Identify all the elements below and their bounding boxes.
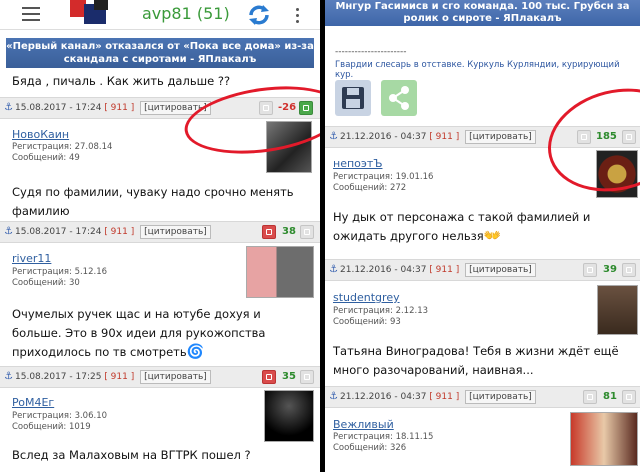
post-date: 15.08.2017 - 17:24	[15, 103, 102, 113]
anchor-icon[interactable]: ⚓	[329, 260, 338, 280]
post-header: ⚓ 21.12.2016 - 04:37 [ 911 ] [цитировать]…	[325, 386, 640, 408]
avatar[interactable]	[246, 246, 314, 298]
post-ref-link[interactable]: [ 911 ]	[429, 132, 459, 142]
avatar[interactable]	[597, 285, 638, 335]
anchor-icon[interactable]: ⚓	[4, 367, 13, 387]
vote-down-icon[interactable]	[583, 390, 597, 404]
post-ref-link[interactable]: [ 911 ]	[104, 103, 134, 113]
refresh-icon[interactable]	[246, 2, 272, 28]
user-signature: Гвардии слесарь в отставке. Куркуль Курл…	[335, 60, 620, 80]
vote-up-icon[interactable]	[622, 390, 636, 404]
quote-button[interactable]: [цитировать]	[140, 225, 211, 239]
smile-icon: 👐	[483, 228, 502, 244]
post-registration: Регистрация: 3.06.10	[12, 411, 108, 421]
quote-button[interactable]: [цитировать]	[465, 263, 536, 277]
post-score: 38	[282, 226, 296, 237]
post-registration: Регистрация: 19.01.16	[333, 172, 434, 182]
quote-button[interactable]: [цитировать]	[465, 130, 536, 144]
post-message-count: Сообщений: 30	[12, 278, 80, 288]
username-label[interactable]: avp81 (51)	[142, 4, 230, 23]
post-body: Татьяна Виноградова! Тебя в жизни ждёт е…	[333, 344, 619, 377]
post-author[interactable]: НовоКаин	[12, 128, 69, 141]
post-registration: Регистрация: 5.12.16	[12, 267, 108, 277]
post-ref-link[interactable]: [ 911 ]	[429, 265, 459, 275]
post-score: 35	[282, 371, 296, 382]
post-date: 21.12.2016 - 04:37	[340, 392, 427, 402]
post-author[interactable]: Вежливый	[333, 418, 394, 431]
post-text: Очумелых ручек щас и на ютубе дохуя и бо…	[12, 307, 266, 359]
post-body: Судя по фамилии, чуваку надо срочно меня…	[12, 185, 294, 218]
post-body: Очумелых ручек щас и на ютубе дохуя и бо…	[12, 305, 310, 362]
post-message-count: Сообщений: 49	[12, 153, 80, 163]
quote-button[interactable]: [цитировать]	[465, 390, 536, 404]
top-bar: avp81 (51)	[0, 0, 320, 30]
anchor-icon[interactable]: ⚓	[329, 127, 338, 147]
anchor-icon[interactable]: ⚓	[4, 98, 13, 118]
post-ref-link[interactable]: [ 911 ]	[429, 392, 459, 402]
post-message-count: Сообщений: 326	[333, 443, 407, 453]
post-date: 21.12.2016 - 04:37	[340, 265, 427, 275]
vote-up-icon[interactable]	[300, 370, 314, 384]
post-score: 39	[603, 264, 617, 275]
left-screen: avp81 (51) «Первый канал» отказался от «…	[0, 0, 320, 472]
post-author[interactable]: river11	[12, 252, 51, 265]
post-registration: Регистрация: 27.08.14	[12, 142, 113, 152]
vote-down-icon[interactable]	[262, 370, 276, 384]
post-message-count: Сообщений: 93	[333, 317, 401, 327]
post-message-count: Сообщений: 272	[333, 183, 407, 193]
anchor-icon[interactable]: ⚓	[329, 387, 338, 407]
share-icon[interactable]	[381, 80, 417, 116]
post-author[interactable]: PoM4Eг	[12, 396, 54, 409]
anchor-icon[interactable]: ⚓	[4, 222, 13, 242]
kebab-menu-icon[interactable]	[296, 8, 300, 26]
vote-up-icon[interactable]	[622, 263, 636, 277]
post-author[interactable]: studentgrey	[333, 291, 400, 304]
quote-button[interactable]: [цитировать]	[140, 370, 211, 384]
vote-down-icon[interactable]	[583, 263, 597, 277]
post-message-count: Сообщений: 1019	[12, 422, 91, 432]
post-ref-link[interactable]: [ 911 ]	[104, 227, 134, 237]
menu-icon[interactable]	[22, 7, 40, 21]
post-registration: Регистрация: 18.11.15	[333, 432, 434, 442]
signature-divider: ----------------------	[335, 47, 407, 57]
post-header: ⚓ 15.08.2017 - 17:24 [ 911 ] [цитировать]…	[0, 221, 320, 243]
topic-title-banner[interactable]: Мнгур Гасимисв и сго команда. 100 тыс. Г…	[325, 0, 640, 26]
topic-title-banner[interactable]: «Первый канал» отказался от «Пока все до…	[6, 38, 314, 68]
post-date: 15.08.2017 - 17:24	[15, 227, 102, 237]
vote-down-icon[interactable]	[262, 225, 276, 239]
avatar[interactable]	[264, 390, 314, 442]
vote-up-icon[interactable]	[300, 225, 314, 239]
red-annotation-circle	[536, 74, 640, 206]
post-ref-link[interactable]: [ 911 ]	[104, 372, 134, 382]
save-icon[interactable]	[335, 80, 371, 116]
smile-icon: 🌀	[186, 344, 205, 360]
post-header: ⚓ 21.12.2016 - 04:37 [ 911 ] [цитировать]…	[325, 259, 640, 281]
right-screen: Мнгур Гасимисв и сго команда. 100 тыс. Г…	[325, 0, 640, 472]
post-registration: Регистрация: 2.12.13	[333, 306, 429, 316]
post-author[interactable]: непоэтЪ	[333, 157, 382, 170]
post-date: 15.08.2017 - 17:25	[15, 372, 102, 382]
post-body: Ну дык от персонажа с такой фамилией и о…	[333, 208, 633, 246]
post-score: 81	[603, 391, 617, 402]
site-logo[interactable]	[70, 0, 112, 24]
post-text: Ну дык от персонажа с такой фамилией и о…	[333, 210, 591, 243]
post-date: 21.12.2016 - 04:37	[340, 132, 427, 142]
post-header: ⚓ 15.08.2017 - 17:25 [ 911 ] [цитировать]…	[0, 366, 320, 388]
avatar[interactable]	[570, 412, 638, 466]
post-body: Вслед за Малаховым на ВГТРК пошел ?	[12, 448, 251, 462]
